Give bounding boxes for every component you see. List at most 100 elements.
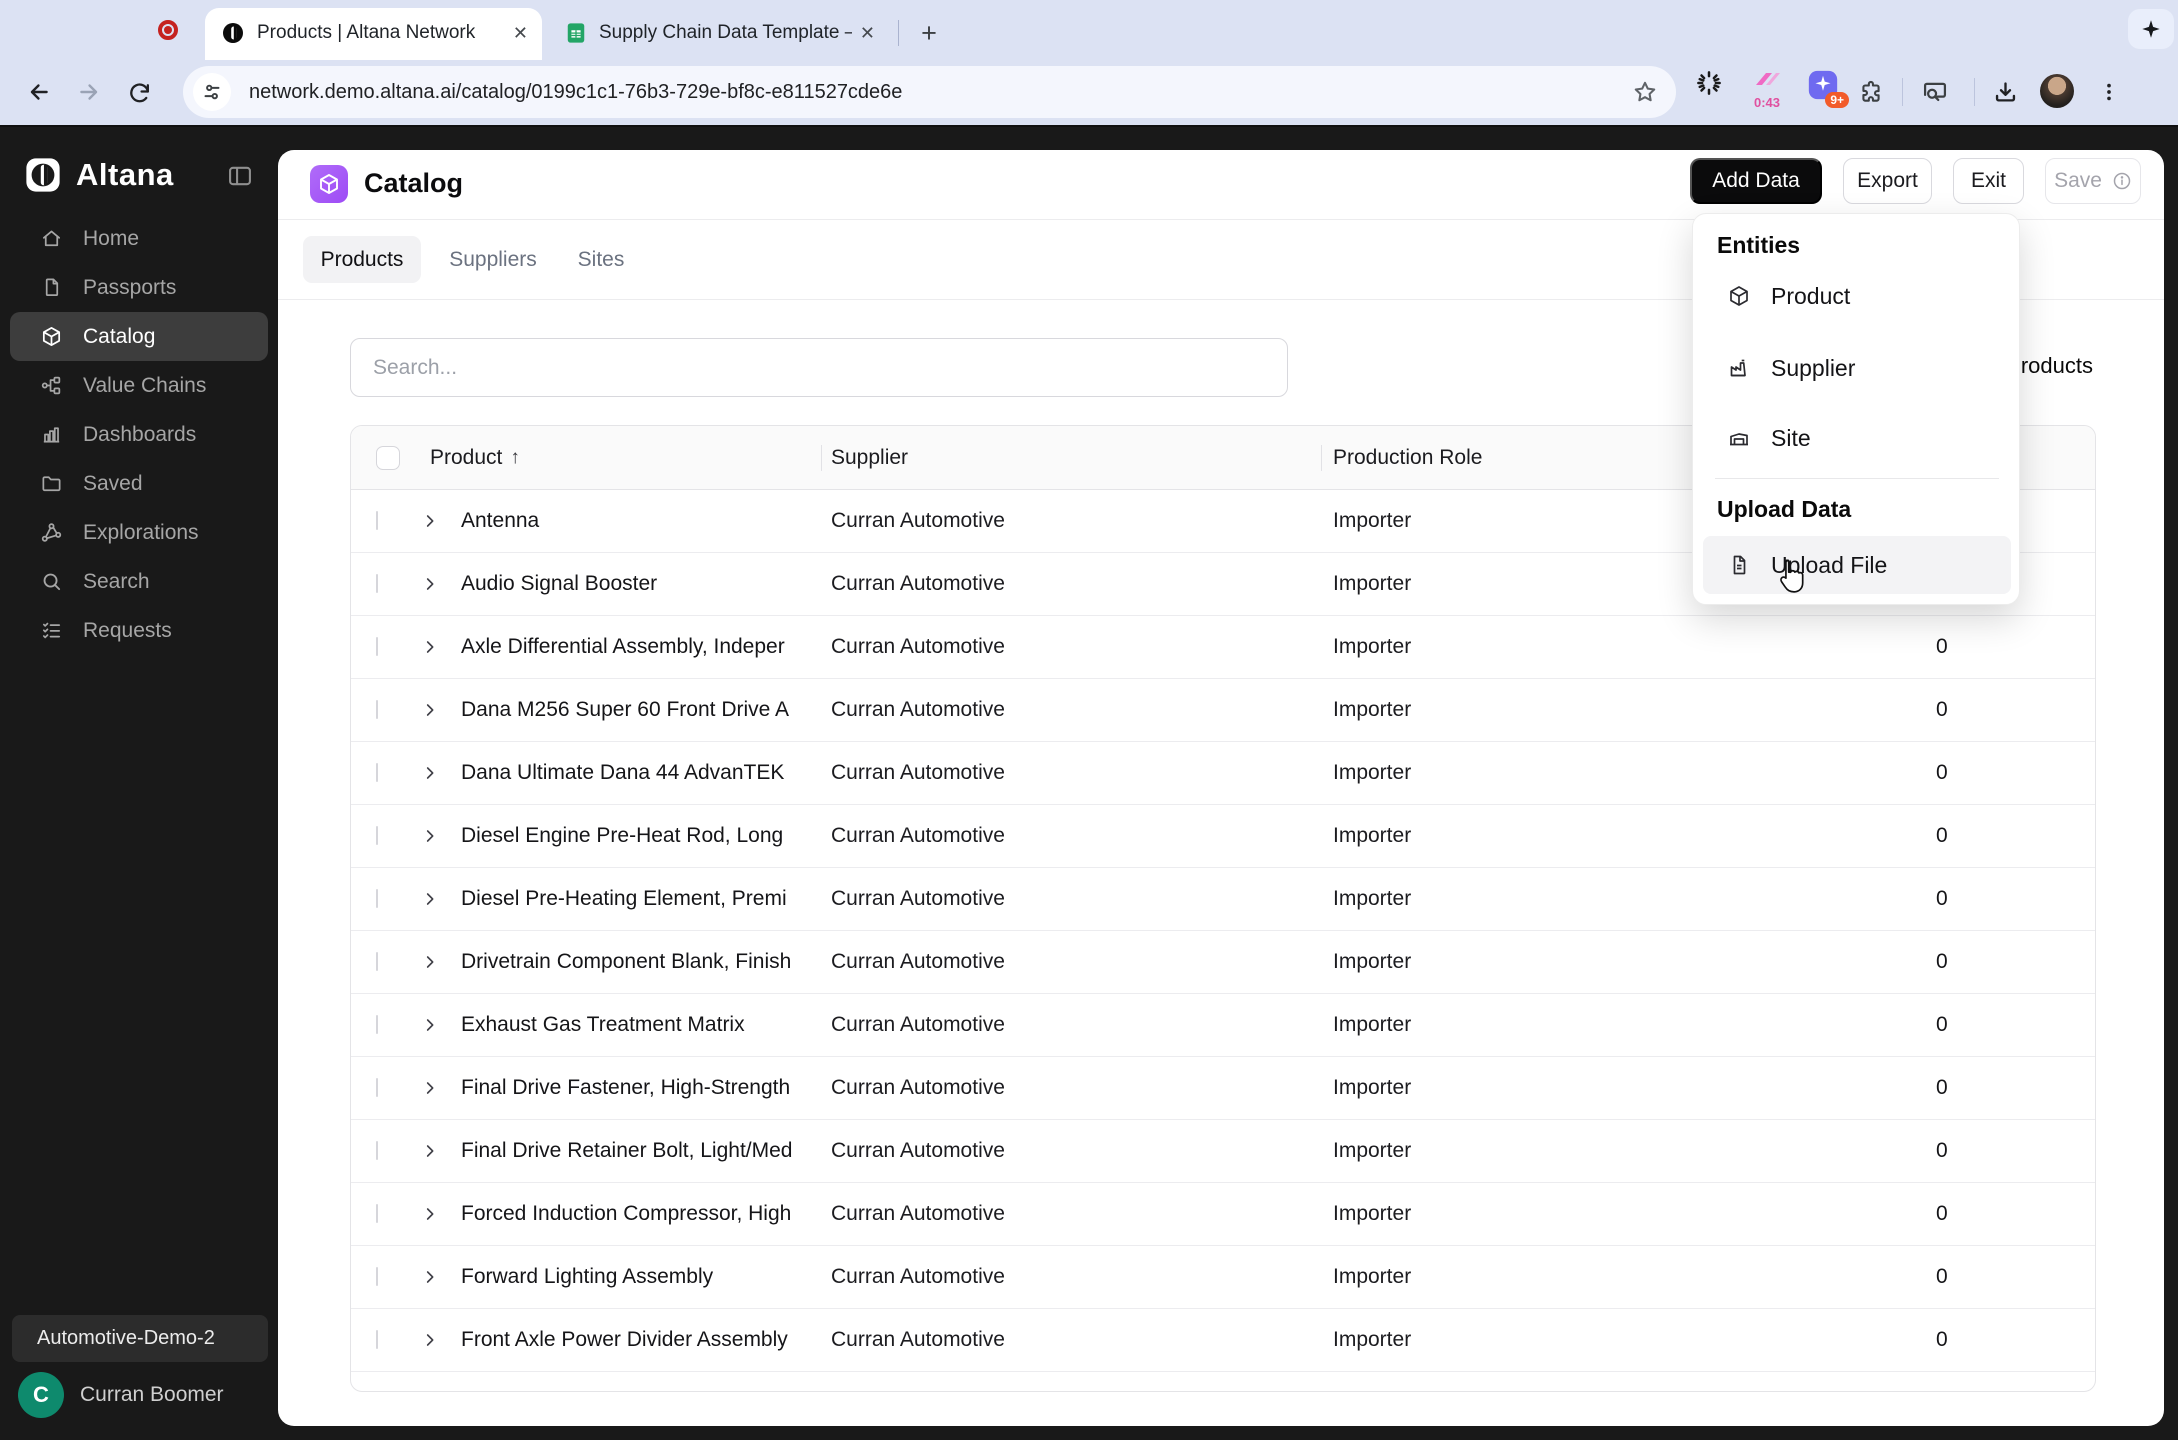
extensions-puzzle-icon[interactable]	[1852, 73, 1890, 111]
menu-item-upload-file[interactable]: Upload File	[1703, 536, 2011, 594]
table-row[interactable]: Axle Differential Assembly, Indeper Curr…	[351, 616, 2095, 679]
chevron-right-icon[interactable]	[422, 513, 438, 529]
url-bar[interactable]: network.demo.altana.ai/catalog/0199c1c1-…	[183, 66, 1676, 118]
sidebar-item-label: Saved	[83, 472, 143, 496]
chevron-right-icon[interactable]	[422, 954, 438, 970]
site-settings-icon[interactable]	[193, 73, 231, 111]
sidebar-item-catalog[interactable]: Catalog	[10, 312, 268, 361]
sidebar-item-search[interactable]: Search	[0, 557, 278, 606]
sidebar-item-label: Search	[83, 570, 150, 594]
row-checkbox[interactable]	[376, 1141, 378, 1160]
sidebar-item-explorations[interactable]: Explorations	[0, 508, 278, 557]
select-all-checkbox[interactable]	[376, 446, 400, 470]
chevron-right-icon[interactable]	[422, 891, 438, 907]
tab-products[interactable]: Products	[303, 236, 421, 283]
menu-item-site[interactable]: Site	[1703, 414, 2011, 462]
chevron-right-icon[interactable]	[422, 828, 438, 844]
chevron-right-icon[interactable]	[422, 576, 438, 592]
row-checkbox[interactable]	[376, 1204, 378, 1223]
sidebar-item-dashboards[interactable]: Dashboards	[0, 410, 278, 459]
value-chain-icon	[40, 374, 63, 397]
chevron-right-icon[interactable]	[422, 1017, 438, 1033]
bookmark-star-icon[interactable]	[1632, 79, 1658, 105]
row-checkbox[interactable]	[376, 574, 378, 593]
table-row[interactable]: Diesel Pre-Heating Element, Premi Curran…	[351, 868, 2095, 931]
extension-with-badge-icon[interactable]: 9+	[1806, 68, 1840, 102]
column-header-production-role[interactable]: Production Role	[1333, 426, 1482, 490]
sidebar-item-home[interactable]: Home	[0, 214, 278, 263]
menu-item-product[interactable]: Product	[1703, 272, 2011, 320]
row-checkbox[interactable]	[376, 511, 378, 530]
bar-chart-icon	[40, 423, 63, 446]
screen-search-icon[interactable]	[1916, 73, 1954, 111]
row-checkbox[interactable]	[376, 1330, 378, 1349]
back-icon[interactable]	[20, 73, 58, 111]
chevron-right-icon[interactable]	[422, 1332, 438, 1348]
row-checkbox[interactable]	[376, 700, 378, 719]
chevron-right-icon[interactable]	[422, 702, 438, 718]
table-row[interactable]: Final Drive Retainer Bolt, Light/Med Cur…	[351, 1120, 2095, 1183]
row-checkbox[interactable]	[376, 1078, 378, 1097]
url-text[interactable]: network.demo.altana.ai/catalog/0199c1c1-…	[249, 81, 1632, 104]
sidebar-item-passports[interactable]: Passports	[0, 263, 278, 312]
chevron-right-icon[interactable]	[422, 765, 438, 781]
sort-ascending-icon[interactable]: ↑	[510, 447, 520, 469]
search-input[interactable]	[350, 338, 1288, 397]
row-checkbox[interactable]	[376, 1267, 378, 1286]
spinner-extension-icon[interactable]	[1694, 68, 1724, 98]
row-checkbox[interactable]	[376, 763, 378, 782]
forward-icon[interactable]	[70, 73, 108, 111]
table-body: Antenna Curran Automotive Importer 0 Aud…	[351, 490, 2095, 1372]
column-header-product[interactable]: Product ↑	[430, 426, 520, 490]
export-button[interactable]: Export	[1843, 158, 1932, 204]
table-row[interactable]: Exhaust Gas Treatment Matrix Curran Auto…	[351, 994, 2095, 1057]
tab-close-icon[interactable]: ✕	[513, 23, 528, 44]
sidebar-item-requests[interactable]: Requests	[0, 606, 278, 655]
workspace-selector[interactable]: Automotive-Demo-2	[12, 1315, 268, 1362]
count-value: 0	[1841, 950, 2095, 974]
table-row[interactable]: Forward Lighting Assembly Curran Automot…	[351, 1246, 2095, 1309]
tab-sites[interactable]: Sites	[574, 236, 628, 283]
table-row[interactable]: Diesel Engine Pre-Heat Rod, Long Curran …	[351, 805, 2095, 868]
download-icon[interactable]	[1986, 73, 2024, 111]
browser-tab-products[interactable]: Products | Altana Network ✕	[205, 8, 542, 58]
exit-button[interactable]: Exit	[1953, 158, 2024, 204]
add-data-button[interactable]: Add Data	[1690, 158, 1822, 204]
table-row[interactable]: Forced Induction Compressor, High Curran…	[351, 1183, 2095, 1246]
save-button[interactable]: Save	[2045, 158, 2141, 204]
chevron-right-icon[interactable]	[422, 1269, 438, 1285]
sidebar-item-value-chains[interactable]: Value Chains	[0, 361, 278, 410]
menu-item-supplier[interactable]: Supplier	[1703, 344, 2011, 392]
table-row[interactable]: Drivetrain Component Blank, Finish Curra…	[351, 931, 2095, 994]
timer-extension-icon[interactable]: 0:43	[1752, 68, 1782, 110]
tab-close-icon[interactable]: ✕	[860, 23, 875, 44]
table-row[interactable]: Dana Ultimate Dana 44 AdvanTEK Curran Au…	[351, 742, 2095, 805]
chevron-right-icon[interactable]	[422, 1143, 438, 1159]
menu-item-label: Site	[1771, 425, 1811, 452]
sidebar-item-saved[interactable]: Saved	[0, 459, 278, 508]
table-row[interactable]: Front Axle Power Divider Assembly Curran…	[351, 1309, 2095, 1372]
product-name: Final Drive Retainer Bolt, Light/Med	[461, 1139, 821, 1163]
supplier-name: Curran Automotive	[831, 887, 1333, 911]
chevron-right-icon[interactable]	[422, 639, 438, 655]
new-tab-button[interactable]: +	[910, 14, 948, 52]
user-row[interactable]: C Curran Boomer	[18, 1372, 224, 1418]
column-header-supplier[interactable]: Supplier	[831, 426, 908, 490]
chevron-right-icon[interactable]	[422, 1080, 438, 1096]
table-row[interactable]: Final Drive Fastener, High-Strength Curr…	[351, 1057, 2095, 1120]
production-role: Importer	[1333, 698, 1841, 722]
row-checkbox[interactable]	[376, 1015, 378, 1034]
browser-profile-avatar[interactable]	[2040, 74, 2074, 108]
row-checkbox[interactable]	[376, 826, 378, 845]
browser-tab-sheets[interactable]: Supply Chain Data Template – ✕	[549, 8, 889, 58]
chevron-right-icon[interactable]	[422, 1206, 438, 1222]
row-checkbox[interactable]	[376, 637, 378, 656]
row-checkbox[interactable]	[376, 952, 378, 971]
kebab-menu-icon[interactable]	[2090, 73, 2128, 111]
tab-suppliers[interactable]: Suppliers	[444, 236, 542, 283]
table-row[interactable]: Dana M256 Super 60 Front Drive A Curran …	[351, 679, 2095, 742]
collapse-sidebar-icon[interactable]	[226, 162, 254, 190]
refresh-icon[interactable]	[120, 73, 158, 111]
sparkle-icon[interactable]	[2128, 9, 2174, 49]
row-checkbox[interactable]	[376, 889, 378, 908]
